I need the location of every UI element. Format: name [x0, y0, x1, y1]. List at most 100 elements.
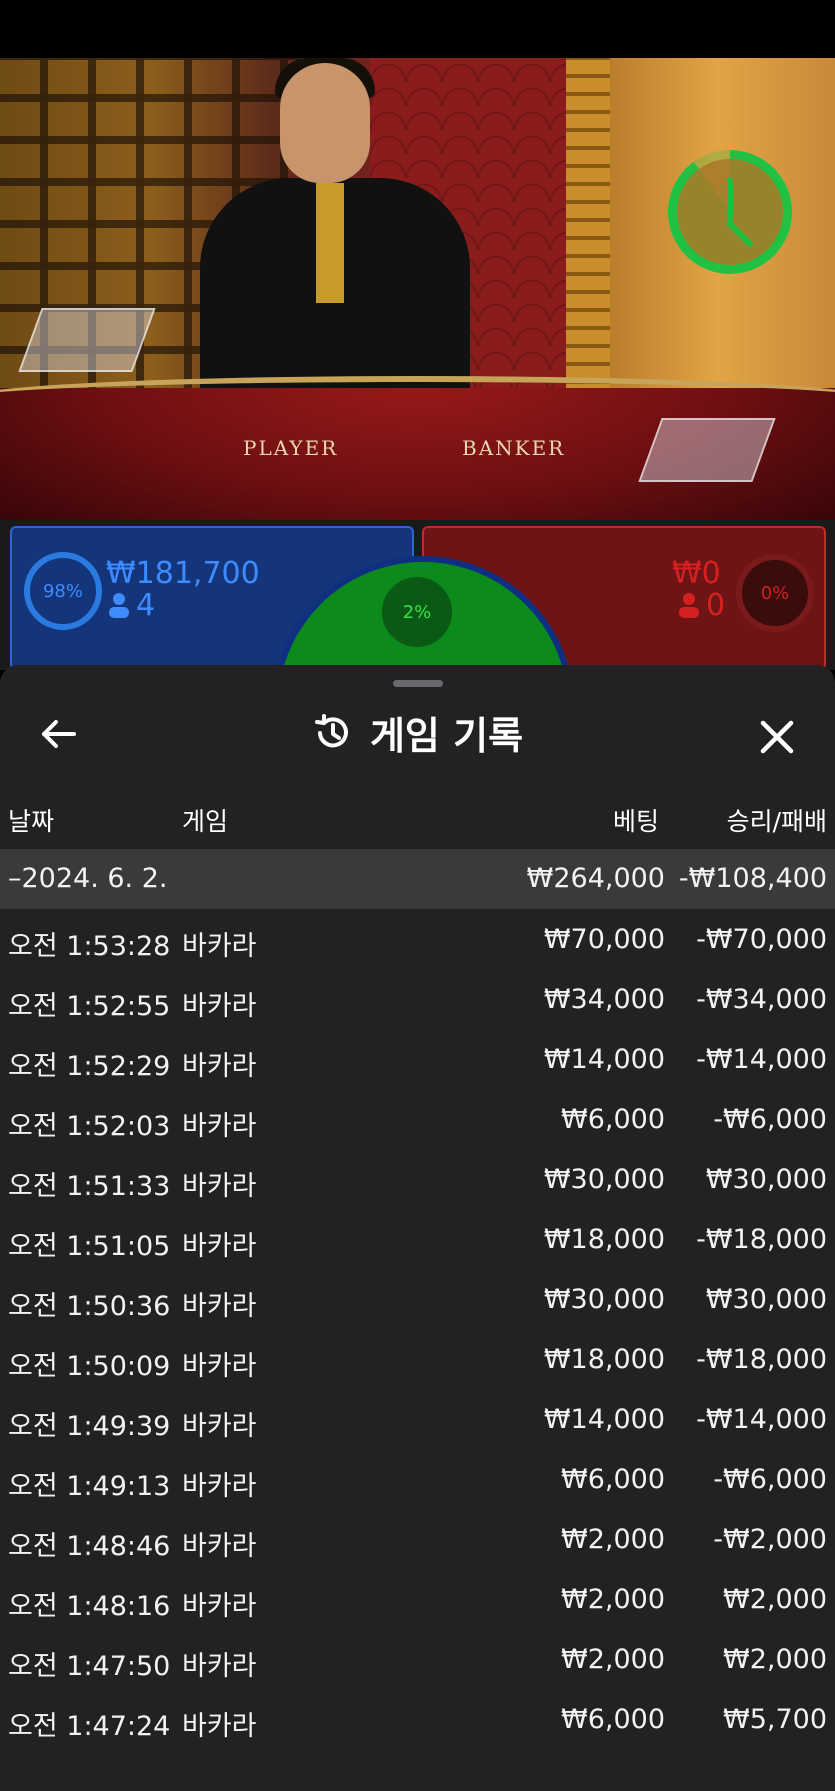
person-icon [108, 592, 130, 622]
discard-tray [638, 418, 776, 482]
column-header-game: 게임 [182, 807, 229, 836]
table-row[interactable]: 오전 1:52:55 바카라 ₩34,000 -₩34,000 [0, 970, 835, 1030]
row-game: 바카라 [182, 1051, 257, 1082]
row-time: 오전 1:51:33 [8, 1171, 171, 1202]
banker-amount: ₩0 [672, 556, 721, 591]
row-time: 오전 1:49:39 [8, 1411, 171, 1442]
table-row[interactable]: 오전 1:50:09 바카라 ₩18,000 -₩18,000 [0, 1330, 835, 1390]
drag-handle[interactable] [393, 680, 443, 687]
history-icon [314, 713, 348, 747]
row-time: 오전 1:48:46 [8, 1531, 171, 1562]
row-result: -₩18,000 [696, 1344, 827, 1375]
row-game: 바카라 [182, 1111, 257, 1142]
row-bet: ₩2,000 [561, 1644, 665, 1675]
row-bet: ₩2,000 [561, 1524, 665, 1555]
row-result: -₩14,000 [696, 1044, 827, 1075]
row-game: 바카라 [182, 1411, 257, 1442]
summary-date: –2024. 6. 2. [8, 863, 168, 894]
status-bar [0, 0, 835, 58]
row-result: -₩18,000 [696, 1224, 827, 1255]
row-game: 바카라 [182, 1591, 257, 1622]
table-row[interactable]: 오전 1:50:36 바카라 ₩30,000 ₩30,000 [0, 1270, 835, 1330]
person-icon [678, 592, 700, 622]
player-percent: 98% [24, 552, 102, 630]
row-time: 오전 1:51:05 [8, 1231, 171, 1262]
row-game: 바카라 [182, 991, 257, 1022]
tie-percent: 2% [382, 577, 452, 647]
row-time: 오전 1:48:16 [8, 1591, 171, 1622]
dealer-tie [316, 183, 344, 303]
row-result: ₩2,000 [723, 1644, 827, 1675]
row-time: 오전 1:53:28 [8, 931, 171, 962]
row-result: -₩6,000 [713, 1104, 827, 1135]
date-summary-row[interactable]: –2024. 6. 2. ₩264,000 -₩108,400 [0, 849, 835, 909]
table-row[interactable]: 오전 1:47:24 바카라 ₩6,000 ₩5,700 [0, 1690, 835, 1750]
summary-bet: ₩264,000 [526, 863, 665, 894]
row-time: 오전 1:52:03 [8, 1111, 171, 1142]
row-time: 오전 1:49:13 [8, 1471, 171, 1502]
column-header-date: 날짜 [8, 807, 55, 836]
column-header-result: 승리/패배 [726, 807, 827, 836]
table-row[interactable]: 오전 1:52:29 바카라 ₩14,000 -₩14,000 [0, 1030, 835, 1090]
player-amount: ₩181,700 [106, 556, 260, 591]
bet-timer [668, 150, 792, 274]
sheet-header: 게임 기록 [0, 705, 835, 760]
clock-icon [727, 177, 753, 247]
row-bet: ₩6,000 [561, 1104, 665, 1135]
row-result: ₩2,000 [723, 1584, 827, 1615]
table-row[interactable]: 오전 1:47:50 바카라 ₩2,000 ₩2,000 [0, 1630, 835, 1690]
summary-result: -₩108,400 [678, 863, 827, 894]
row-bet: ₩30,000 [543, 1284, 665, 1315]
row-bet: ₩14,000 [543, 1044, 665, 1075]
row-game: 바카라 [182, 1651, 257, 1682]
row-result: ₩5,700 [723, 1704, 827, 1735]
table-row[interactable]: 오전 1:49:39 바카라 ₩14,000 -₩14,000 [0, 1390, 835, 1450]
banker-percent: 0% [736, 554, 814, 632]
row-bet: ₩18,000 [543, 1344, 665, 1375]
row-game: 바카라 [182, 1471, 257, 1502]
row-result: -₩2,000 [713, 1524, 827, 1555]
table-row[interactable]: 오전 1:51:05 바카라 ₩18,000 -₩18,000 [0, 1210, 835, 1270]
row-result: -₩70,000 [696, 924, 827, 955]
row-time: 오전 1:52:29 [8, 1051, 171, 1082]
row-bet: ₩18,000 [543, 1224, 665, 1255]
table-row[interactable]: 오전 1:53:28 바카라 ₩70,000 -₩70,000 [0, 910, 835, 970]
row-time: 오전 1:50:36 [8, 1291, 171, 1322]
row-bet: ₩6,000 [561, 1704, 665, 1735]
row-game: 바카라 [182, 1291, 257, 1322]
sheet-title: 게임 기록 [369, 714, 524, 758]
row-game: 바카라 [182, 1711, 257, 1742]
table-rim [0, 376, 835, 422]
row-time: 오전 1:47:50 [8, 1651, 171, 1682]
row-time: 오전 1:52:55 [8, 991, 171, 1022]
row-result: -₩14,000 [696, 1404, 827, 1435]
row-bet: ₩70,000 [543, 924, 665, 955]
row-time: 오전 1:47:24 [8, 1711, 171, 1742]
table-banker-label: BANKER [462, 436, 566, 460]
close-icon [760, 720, 794, 754]
row-game: 바카라 [182, 1231, 257, 1262]
banker-count: 0 [706, 588, 726, 623]
row-result: -₩6,000 [713, 1464, 827, 1495]
row-bet: ₩34,000 [543, 984, 665, 1015]
table-player-label: PLAYER [243, 436, 339, 460]
table-row[interactable]: 오전 1:48:16 바카라 ₩2,000 ₩2,000 [0, 1570, 835, 1630]
table-row[interactable]: 오전 1:48:46 바카라 ₩2,000 -₩2,000 [0, 1510, 835, 1570]
row-game: 바카라 [182, 1351, 257, 1382]
row-result: ₩30,000 [705, 1284, 827, 1315]
row-result: -₩34,000 [696, 984, 827, 1015]
row-bet: ₩14,000 [543, 1404, 665, 1435]
close-button[interactable] [752, 712, 802, 762]
row-game: 바카라 [182, 931, 257, 962]
gold-pillar [566, 58, 610, 398]
table-row[interactable]: 오전 1:52:03 바카라 ₩6,000 -₩6,000 [0, 1090, 835, 1150]
table-row[interactable]: 오전 1:49:13 바카라 ₩6,000 -₩6,000 [0, 1450, 835, 1510]
row-game: 바카라 [182, 1531, 257, 1562]
row-bet: ₩2,000 [561, 1584, 665, 1615]
table-row[interactable]: 오전 1:51:33 바카라 ₩30,000 ₩30,000 [0, 1150, 835, 1210]
game-history-sheet: 게임 기록 날짜 게임 베팅 승리/패배 –2024. 6. 2. ₩264,0… [0, 665, 835, 1791]
row-result: ₩30,000 [705, 1164, 827, 1195]
card-shoe [18, 308, 156, 372]
live-video: PLAYER BANKER [0, 58, 835, 528]
row-bet: ₩30,000 [543, 1164, 665, 1195]
